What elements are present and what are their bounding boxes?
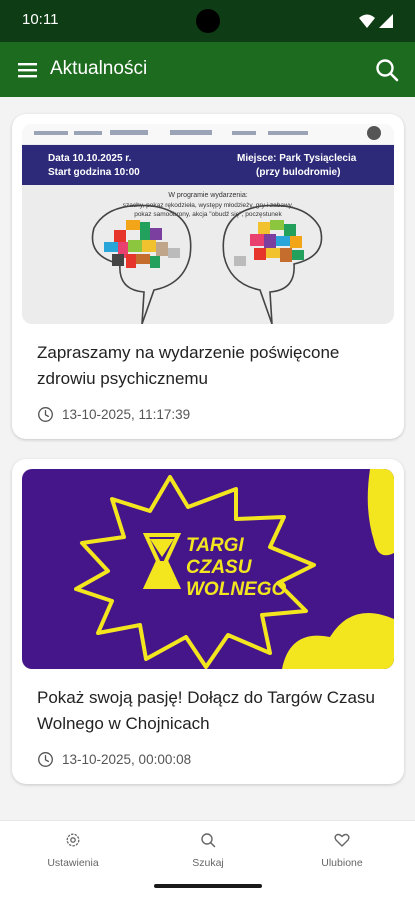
news-meta: 13-10-2025, 11:17:39 xyxy=(37,404,190,424)
signal-icons xyxy=(359,14,393,28)
poster-place-note: (przy bulodromie) xyxy=(256,167,340,178)
news-date: 13-10-2025, 00:00:08 xyxy=(62,751,192,767)
app-bar: Aktualności xyxy=(0,42,415,97)
poster-banner xyxy=(22,145,394,185)
search-icon xyxy=(201,833,216,848)
page-title: Aktualności xyxy=(50,58,148,79)
news-list: Data 10.10.2025 r. Start godzina 10:00 M… xyxy=(0,97,415,820)
camera-cutout xyxy=(196,9,220,33)
clock-icon xyxy=(38,406,53,422)
news-date: 13-10-2025, 11:17:39 xyxy=(62,406,191,422)
news-title: Pokaż swoją pasję! Dołącz do Targów Czas… xyxy=(37,688,375,733)
home-gesture-bar[interactable] xyxy=(154,884,262,888)
bottom-navigation: Ustawienia Szukaj Ulubione xyxy=(0,820,415,876)
status-bar: 10:11 xyxy=(0,0,415,42)
nav-label: Ulubione xyxy=(321,857,363,869)
clock-icon xyxy=(38,751,53,767)
gear-icon xyxy=(66,833,80,847)
news-card[interactable]: Data 10.10.2025 r. Start godzina 10:00 M… xyxy=(12,114,404,439)
poster-text-line-3: WOLNEGO xyxy=(186,579,286,600)
heart-icon xyxy=(334,833,350,847)
status-time: 10:11 xyxy=(22,11,59,28)
wifi-icon xyxy=(359,14,375,28)
nav-item-favorites[interactable]: Ulubione xyxy=(282,831,402,871)
poster-program-line-2: pokaz samoobrony, akcja "obudź się", poc… xyxy=(134,211,282,218)
poster-date: Data 10.10.2025 r. xyxy=(48,153,132,164)
poster-place: Miejsce: Park Tysiąclecia xyxy=(237,153,357,164)
gesture-area xyxy=(0,876,415,900)
nav-label: Szukaj xyxy=(192,857,224,869)
poster-text-line-2: CZASU xyxy=(186,557,253,578)
poster-start-time: Start godzina 10:00 xyxy=(48,167,140,178)
menu-icon[interactable] xyxy=(14,56,42,84)
poster-text-line-1: TARGI xyxy=(186,535,244,556)
search-icon[interactable] xyxy=(373,56,401,84)
news-title: Zapraszamy na wydarzenie poświęcone zdro… xyxy=(37,343,340,388)
poster-program-heading: W programie wydarzenia: xyxy=(168,192,247,199)
nav-item-search[interactable]: Szukaj xyxy=(148,831,268,871)
news-card[interactable]: TARGI CZASU WOLNEGO Pokaż swoją pasję! D… xyxy=(12,459,404,784)
news-meta: 13-10-2025, 00:00:08 xyxy=(37,749,191,769)
news-image: TARGI CZASU WOLNEGO xyxy=(22,469,394,669)
news-image: Data 10.10.2025 r. Start godzina 10:00 M… xyxy=(22,124,394,324)
nav-item-settings[interactable]: Ustawienia xyxy=(13,831,133,871)
nav-label: Ustawienia xyxy=(47,857,99,869)
cell-signal-icon xyxy=(379,14,393,28)
